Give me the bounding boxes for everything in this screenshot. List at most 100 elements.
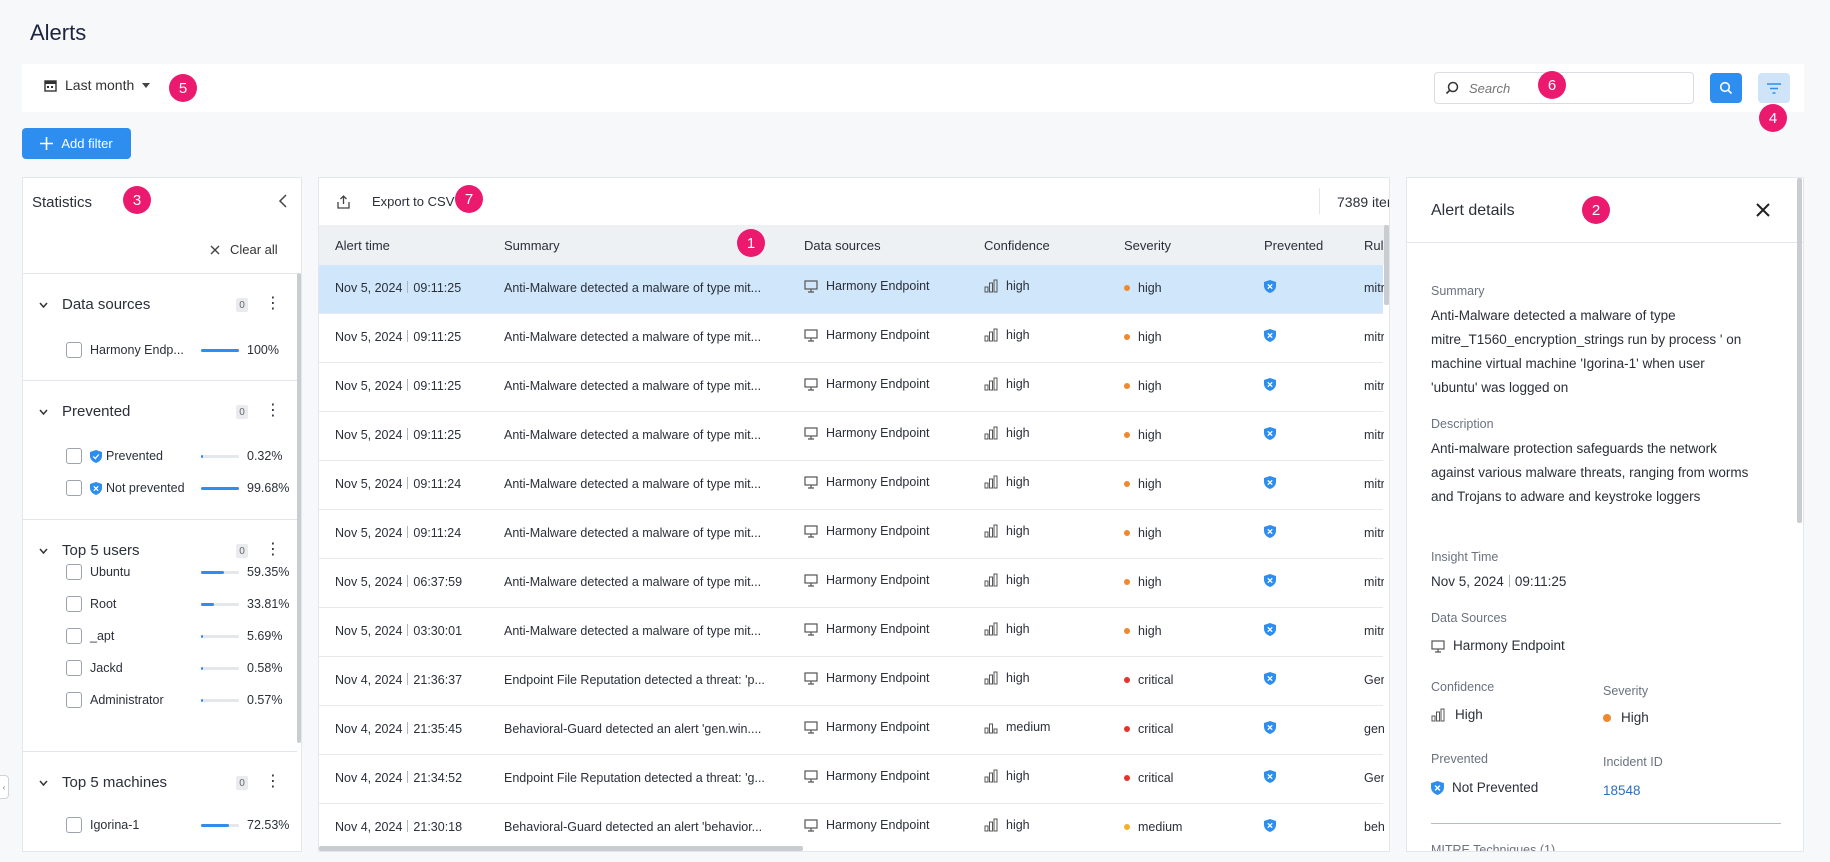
stat-row[interactable]: Not prevented 99.68% [66,478,296,498]
stat-bar [201,603,239,606]
export-csv-button[interactable]: Export to CSV [337,194,454,209]
column-header[interactable]: Confidence [984,238,1050,253]
scrollbar[interactable] [297,273,301,743]
severity-text: medium [1138,820,1183,834]
table-row[interactable]: Nov 5, 2024 09:11:24 Anti-Malware detected… [319,510,1384,559]
stat-row[interactable]: _apt 5.69% [66,626,296,646]
selected-count: 0 [236,405,248,419]
alert-date: Nov 5, 2024 [335,477,403,491]
stat-bar [201,455,239,458]
checkbox[interactable] [66,660,82,676]
stat-row[interactable]: Harmony Endp... 100% [66,340,296,360]
stat-label: Administrator [90,693,164,707]
table-row[interactable]: Nov 5, 2024 09:11:25 Anti-Malware detected… [319,314,1384,363]
incident-id-link[interactable]: 18548 [1603,779,1753,803]
table-row[interactable]: Nov 5, 2024 09:11:25 Anti-Malware detected… [319,363,1384,412]
alert-time: Nov 5, 2024 09:11:25 [335,281,461,295]
kebab-menu-icon[interactable]: ⋮ [265,774,281,790]
column-header[interactable]: Severity [1124,238,1171,253]
column-header[interactable]: Alert time [335,238,390,253]
filter-lines-icon [1767,82,1781,94]
chevron-left-icon[interactable] [278,194,288,208]
section-toggle[interactable]: Prevented [39,403,130,420]
severity-dot-icon [1124,579,1130,585]
alert-date: Nov 5, 2024 [335,526,403,540]
data-source-text: Harmony Endpoint [826,769,930,783]
checkbox[interactable] [66,564,82,580]
add-filter-button[interactable]: Add filter [22,128,131,159]
selected-count: 0 [236,776,248,790]
stat-percent: 0.57% [247,693,283,707]
checkbox[interactable] [66,448,82,464]
table-row[interactable]: Nov 5, 2024 03:30:01 Anti-Malware detected… [319,608,1384,657]
kebab-menu-icon[interactable]: ⋮ [265,542,281,558]
stats-section-prevented: Prevented 0 ⋮ Prevented 0.32% Not preven… [23,380,297,519]
column-header[interactable]: Prevented [1264,238,1323,253]
alert-date: Nov 5, 2024 [335,428,403,442]
data-source-cell: Harmony Endpoint [804,328,930,342]
checkbox[interactable] [66,817,82,833]
stat-percent: 0.32% [247,449,283,463]
close-icon[interactable] [1755,202,1771,218]
stat-row[interactable]: Ubuntu 59.35% [66,562,296,582]
stat-row[interactable]: Administrator 0.57% [66,690,296,710]
section-toggle[interactable]: Top 5 users [39,542,140,559]
data-source-cell: Harmony Endpoint [804,524,930,538]
scrollbar[interactable] [1384,225,1389,305]
table-row[interactable]: Nov 5, 2024 09:11:25 Anti-Malware detected… [319,265,1384,314]
table-row[interactable]: Nov 4, 2024 21:36:37 Endpoint File Reputat… [319,657,1384,706]
confidence-text: high [1006,328,1030,342]
alert-summary: Anti-Malware detected a malware of type … [504,330,762,344]
shield-x-icon [1264,476,1276,489]
search-input[interactable] [1469,80,1669,96]
checkbox[interactable] [66,692,82,708]
shield-x-icon [1264,427,1276,440]
confidence-cell: medium [984,720,1050,734]
checkbox[interactable] [66,628,82,644]
stat-row[interactable]: Prevented 0.32% [66,446,296,466]
severity-cell: high [1124,575,1162,589]
insight-date: Nov 5, 2024 [1431,574,1504,589]
severity-label: Severity [1603,684,1649,698]
stat-row[interactable]: Igorina-1 72.53% [66,815,296,835]
scrollbar[interactable] [1797,178,1802,523]
severity-dot-icon [1124,334,1130,340]
table-row[interactable]: Nov 5, 2024 06:37:59 Anti-Malware detected… [319,559,1384,608]
table-row[interactable]: Nov 4, 2024 21:30:18 Behavioral-Guard dete… [319,804,1384,851]
alert-summary: Anti-Malware detected a malware of type … [504,575,762,589]
stat-bar [201,667,239,670]
horizontal-scrollbar[interactable] [319,846,803,851]
kebab-menu-icon[interactable]: ⋮ [265,296,281,312]
column-header[interactable]: Data sources [804,238,881,253]
severity-cell: high [1124,330,1162,344]
section-toggle[interactable]: Top 5 machines [39,774,167,791]
data-source-text: Harmony Endpoint [826,524,930,538]
confidence-text: high [1006,475,1030,489]
table-row[interactable]: Nov 5, 2024 09:11:25 Anti-Malware detected… [319,412,1384,461]
divider [407,379,409,391]
table-row[interactable]: Nov 4, 2024 21:35:45 Behavioral-Guard dete… [319,706,1384,755]
add-filter-label: Add filter [61,136,113,151]
alert-time: Nov 5, 2024 06:37:59 [335,575,462,589]
checkbox[interactable] [66,596,82,612]
clear-all-button[interactable]: Clear all [210,242,278,257]
expand-handle-icon[interactable]: ‹ [0,775,9,799]
severity-dot-icon [1124,530,1130,536]
date-range-dropdown[interactable]: Last month [44,77,151,93]
section-toggle[interactable]: Data sources [39,296,150,313]
search-button[interactable] [1710,73,1742,103]
filter-toggle-button[interactable] [1758,73,1790,103]
stat-row[interactable]: Jackd 0.58% [66,658,296,678]
table-row[interactable]: Nov 5, 2024 09:11:24 Anti-Malware detected… [319,461,1384,510]
prevented-cell [1264,623,1276,639]
data-source-cell: Harmony Endpoint [804,622,930,636]
table-row[interactable]: Nov 4, 2024 21:34:52 Endpoint File Reputat… [319,755,1384,804]
checkbox[interactable] [66,342,82,358]
severity-dot-icon [1603,714,1611,722]
shield-x-icon [1264,623,1276,636]
stat-row[interactable]: Root 33.81% [66,594,296,614]
column-header[interactable]: Summary [504,238,560,253]
selected-count: 0 [236,298,248,312]
checkbox[interactable] [66,480,82,496]
kebab-menu-icon[interactable]: ⋮ [265,403,281,419]
